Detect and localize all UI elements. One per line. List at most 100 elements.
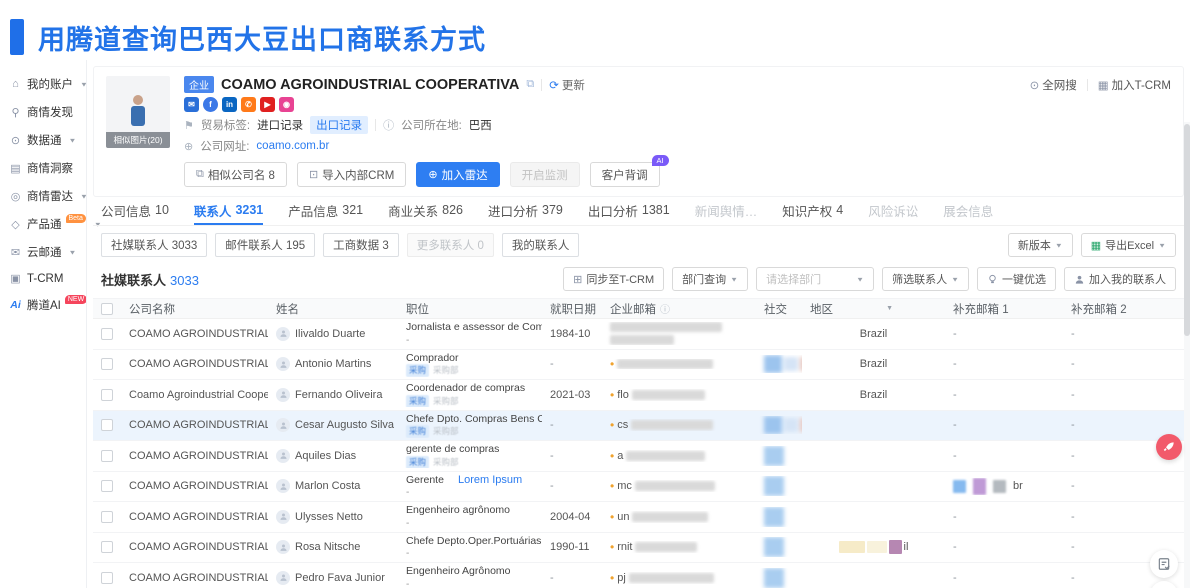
sidebar-item-data[interactable]: ⊙数据通▼	[0, 126, 86, 154]
position-title: Jornalista e assessor de Comunicação	[406, 321, 542, 334]
global-search-link[interactable]: ⊙全网搜	[1030, 77, 1077, 93]
copy-icon[interactable]: ⧉	[526, 78, 534, 91]
tab-风险诉讼[interactable]: 风险诉讼	[868, 197, 918, 225]
tab-进口分析[interactable]: 进口分析379	[488, 197, 563, 225]
linkedin-icon[interactable]: in	[222, 97, 237, 112]
region-text: Brazil	[860, 389, 888, 401]
contact-name: Cesar Augusto Silva	[295, 419, 394, 431]
add-tcrm-link[interactable]: ▦加入T-CRM	[1098, 77, 1171, 93]
sidebar-item-label: 数据通	[27, 132, 62, 148]
tab-公司信息[interactable]: 公司信息10	[101, 197, 169, 225]
company-photo-image	[106, 76, 170, 132]
trade-label: 贸易标签:	[201, 117, 250, 133]
position-tag-blue: 采购	[406, 425, 429, 438]
phone-icon[interactable]: ✆	[241, 97, 256, 112]
row-checkbox[interactable]	[101, 541, 113, 553]
supp-email-2-cell: -	[1063, 511, 1184, 523]
support-rocket-icon[interactable]	[1156, 434, 1182, 460]
position-cell: Jornalista e assessor de Comunicação-	[398, 321, 542, 346]
导入内部CRM-button[interactable]: ⊡导入内部CRM	[297, 162, 406, 187]
chip-更多联系人[interactable]: 更多联系人 0	[407, 233, 494, 257]
row-checkbox[interactable]	[101, 511, 113, 523]
position-subline: -	[406, 517, 542, 529]
加入雷达-button[interactable]: ⊕加入雷达	[416, 162, 499, 187]
supp-email-1-cell: -	[945, 328, 1063, 340]
department-select[interactable]: 请选择部门▼	[756, 267, 874, 291]
sidebar-item-ai[interactable]: Ai腾道AINEW▶	[0, 291, 86, 319]
survey-icon[interactable]	[1150, 550, 1178, 578]
row-checkbox[interactable]	[101, 419, 113, 431]
chip-社媒联系人[interactable]: 社媒联系人 3033	[101, 233, 207, 257]
tab-展会信息[interactable]: 展会信息	[943, 197, 993, 225]
select-all-checkbox[interactable]	[101, 303, 113, 315]
company-cell: Coamo Agroindustrial Cooperativa	[121, 389, 268, 401]
table-row[interactable]: COAMO AGROINDUSTRIAL COOPERAT...Marlon C…	[93, 472, 1184, 503]
table-row[interactable]: COAMO AGROINDUSTRIAL COOPERAT...Rosa Nit…	[93, 533, 1184, 564]
email-prefix: pj	[617, 572, 626, 584]
row-checkbox[interactable]	[101, 389, 113, 401]
tab-count: 1381	[642, 203, 670, 217]
company-photo[interactable]: 相似图片(20)	[106, 76, 170, 187]
filter-contacts-button[interactable]: 筛选联系人▼	[882, 267, 969, 291]
import-record-tag[interactable]: 进口记录	[257, 117, 303, 133]
sidebar-item-tcrm[interactable]: ▣T-CRM	[0, 266, 86, 291]
company-info: 企业 COAMO AGROINDUSTRIAL COOPERATIVA ⧉ ⟳ …	[184, 76, 1171, 187]
sidebar-item-cloud-mail[interactable]: ✉云邮通▼	[0, 238, 86, 266]
col-header-6: 社交	[756, 301, 802, 317]
lorem-link[interactable]: Lorem Ipsum	[458, 474, 522, 486]
tab-联系人[interactable]: 联系人3231	[194, 197, 263, 225]
table-row[interactable]: COAMO AGROINDUSTRIAL COOPERAT...Antonio …	[93, 350, 1184, 381]
email-cell: •a	[602, 450, 756, 462]
sidebar-item-home[interactable]: ⌂我的账户▼	[0, 70, 86, 98]
filter-icon[interactable]: ▼	[886, 305, 893, 312]
email-icon[interactable]: ✉	[184, 97, 199, 112]
tab-商业关系[interactable]: 商业关系826	[388, 197, 463, 225]
sync-tcrm-button[interactable]: ⊞同步至T-CRM	[563, 267, 664, 291]
table-row[interactable]: COAMO AGROINDUSTRIAL COOPERAT...Pedro Fa…	[93, 563, 1184, 588]
row-checkbox[interactable]	[101, 358, 113, 370]
table-row[interactable]: Coamo Agroindustrial Cooperativa Fernando…	[93, 380, 1184, 411]
add-to-my-contacts-button[interactable]: 加入我的联系人	[1064, 267, 1176, 291]
tab-出口分析[interactable]: 出口分析1381	[588, 197, 670, 225]
sidebar-item-insight[interactable]: ▤商情洞察	[0, 154, 86, 182]
sidebar-item-search[interactable]: ⚲商情发现	[0, 98, 86, 126]
row-checkbox[interactable]	[101, 572, 113, 584]
table-row[interactable]: COAMO AGROINDUSTRIAL COOPERAT...Cesar Au…	[93, 411, 1184, 442]
sidebar-item-product[interactable]: ◇产品通Beta▼	[0, 210, 86, 238]
position-cell: gerente de compras采购采购部	[398, 443, 542, 468]
table-row[interactable]: COAMO AGROINDUSTRIAL COOPERAT...Aquiles …	[93, 441, 1184, 472]
row-checkbox-cell	[93, 389, 121, 401]
email-cell: •cs	[602, 419, 756, 431]
person-photo-figure	[125, 92, 151, 132]
refresh-button[interactable]: ⟳ 更新	[549, 77, 585, 93]
chip-我的联系人[interactable]: 我的联系人	[502, 233, 580, 257]
instagram-icon[interactable]: ◉	[279, 97, 294, 112]
export-record-tag[interactable]: 出口记录	[310, 116, 368, 134]
table-row[interactable]: COAMO AGROINDUSTRIAL COOPERAT...Ilivaldo…	[93, 319, 1184, 350]
相似公司名-8-button[interactable]: ⧉相似公司名 8	[184, 162, 287, 187]
supp-email-1-cell: -	[945, 358, 1063, 370]
chip-工商数据[interactable]: 工商数据 3	[323, 233, 399, 257]
facebook-icon[interactable]: f	[203, 97, 218, 112]
scrollbar-thumb[interactable]	[1184, 124, 1190, 336]
客户背调-button[interactable]: 客户背调AI	[590, 162, 660, 187]
quick-pick-button[interactable]: 一键优选	[977, 267, 1056, 291]
tab-新闻舆情…[interactable]: 新闻舆情…	[695, 197, 758, 225]
contact-name: Fernando Oliveira	[295, 389, 382, 401]
version-select[interactable]: 新版本▼	[1008, 233, 1073, 257]
department-query-button[interactable]: 部门查询▼	[672, 267, 748, 291]
sidebar-item-radar[interactable]: ◎商情雷达▼	[0, 182, 86, 210]
tab-知识产权[interactable]: 知识产权4	[782, 197, 843, 225]
website-link[interactable]: coamo.com.br	[256, 140, 329, 152]
row-checkbox[interactable]	[101, 480, 113, 492]
table-row[interactable]: COAMO AGROINDUSTRIAL COOPERAT...Ulysses …	[93, 502, 1184, 533]
export-excel-button[interactable]: ▦ 导出Excel▼	[1081, 233, 1176, 257]
region-cell: Brazil	[802, 358, 945, 370]
youtube-icon[interactable]: ▶	[260, 97, 275, 112]
position-subline: -	[406, 578, 542, 588]
tab-产品信息[interactable]: 产品信息321	[288, 197, 363, 225]
chip-邮件联系人[interactable]: 邮件联系人 195	[215, 233, 315, 257]
row-checkbox[interactable]	[101, 328, 113, 340]
col-header-1: 公司名称	[121, 301, 268, 317]
row-checkbox[interactable]	[101, 450, 113, 462]
